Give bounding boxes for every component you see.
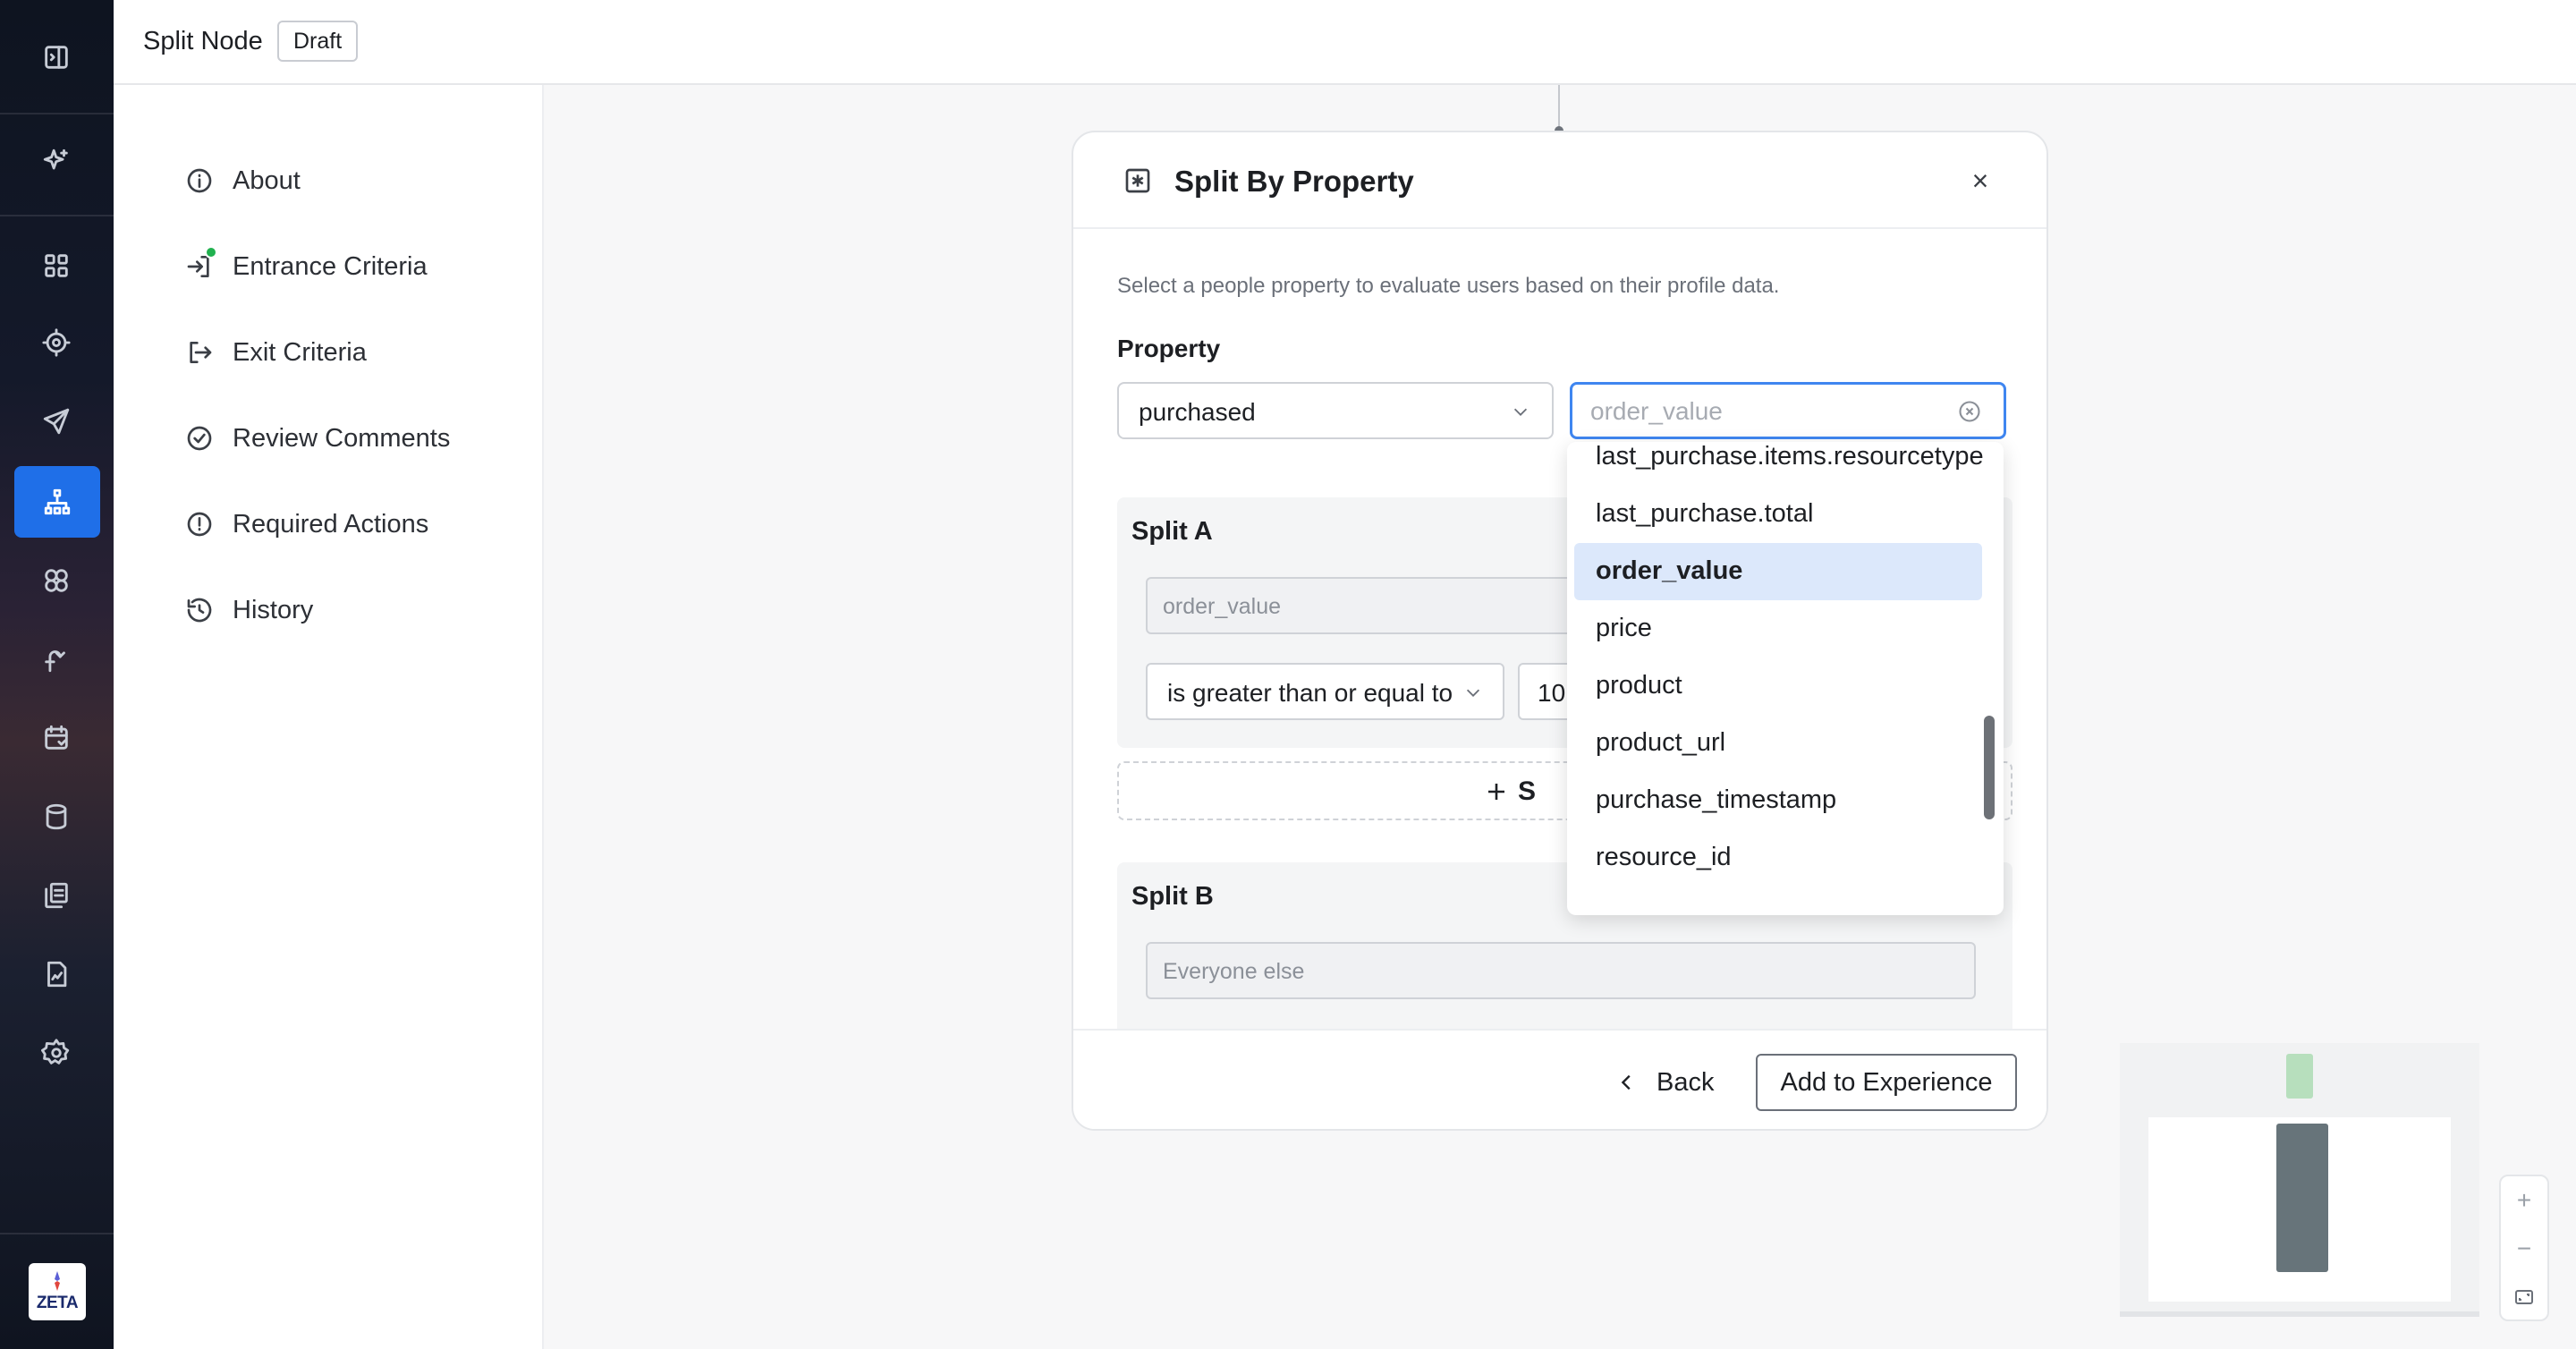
dropdown-option[interactable]: product_url: [1574, 715, 1982, 772]
split-b-title: Split B: [1131, 882, 1214, 911]
chevron-down-icon: [1513, 408, 1528, 416]
info-icon: [187, 168, 212, 193]
option-label: last_purchase.total: [1596, 499, 1814, 528]
dropdown-option[interactable]: purchase_timestamp: [1574, 772, 1982, 829]
status-badge: Draft: [277, 21, 359, 62]
alert-icon: [187, 512, 212, 537]
settings-icon[interactable]: [27, 1023, 86, 1082]
check-circle-icon: [187, 426, 212, 451]
dropdown-option[interactable]: price: [1574, 600, 1982, 658]
split-a-operator-select[interactable]: is greater than or equal to: [1146, 663, 1504, 720]
report-icon[interactable]: [27, 945, 86, 1004]
history-icon: [187, 598, 212, 623]
property-search-input-wrapper: [1570, 382, 2006, 439]
property-label: Property: [1117, 335, 1221, 362]
option-label: resource_id: [1596, 843, 1732, 871]
sidebar-item-label: Entrance Criteria: [233, 251, 428, 281]
calendar-icon[interactable]: [27, 708, 86, 768]
minimap-start-node: [2286, 1054, 2313, 1099]
zeta-logo[interactable]: ZETA: [29, 1263, 86, 1320]
hierarchy-icon[interactable]: [14, 466, 100, 538]
add-split-label: S: [1518, 776, 1537, 806]
zoom-controls: + −: [2499, 1175, 2549, 1321]
collapse-sidebar-icon[interactable]: [27, 28, 86, 87]
dialog-description: Select a people property to evaluate use…: [1117, 274, 1780, 298]
dropdown-option[interactable]: last_purchase.items.resourcetype: [1574, 442, 1984, 486]
property-type-select[interactable]: purchased: [1117, 382, 1554, 439]
target-icon[interactable]: [27, 313, 86, 372]
option-label: purchase_timestamp: [1596, 785, 1837, 814]
option-label: last_purchase.items.resourcetype: [1596, 442, 1984, 471]
sidebar-item-label: Required Actions: [233, 509, 429, 539]
dialog-footer: Back Add to Experience: [1073, 1029, 2046, 1129]
sidebar-item-label: History: [233, 595, 314, 624]
fit-view-button[interactable]: [2501, 1273, 2547, 1321]
dropdown-option[interactable]: resource_id: [1574, 829, 1982, 887]
exit-icon: [190, 342, 212, 363]
sidebar-item-label: Review Comments: [233, 423, 451, 453]
add-to-experience-button[interactable]: Add to Experience: [1756, 1054, 2017, 1111]
clear-icon[interactable]: [1957, 399, 1982, 424]
dialog-header: Split By Property ×: [1073, 132, 2046, 229]
back-button[interactable]: Back: [1617, 1054, 1714, 1111]
segments-icon[interactable]: [27, 551, 86, 610]
canvas-minimap[interactable]: [2120, 1043, 2479, 1317]
sidebar-item-history[interactable]: History: [185, 588, 313, 632]
option-label: product: [1596, 671, 1682, 700]
split-b-value: Everyone else: [1163, 959, 1305, 984]
database-icon[interactable]: [27, 787, 86, 846]
app-rail: ZETA: [0, 0, 114, 1349]
zoom-in-button[interactable]: +: [2501, 1176, 2547, 1225]
property-type-value: purchased: [1139, 398, 1256, 426]
sidebar-item-exit-criteria[interactable]: Exit Criteria: [185, 330, 367, 375]
option-label: product_url: [1596, 728, 1726, 757]
dropdown-scrollbar[interactable]: [1984, 716, 1995, 819]
sidebar-item-review-comments[interactable]: Review Comments: [185, 416, 450, 461]
send-icon[interactable]: [27, 392, 86, 451]
library-icon[interactable]: [27, 866, 86, 925]
property-search-input[interactable]: [1590, 396, 1948, 427]
sidebar-item-entrance-criteria[interactable]: Entrance Criteria: [185, 244, 428, 289]
chevron-left-icon: [1621, 1074, 1631, 1090]
zeta-logo-mark-icon: [55, 1271, 60, 1291]
back-button-label: Back: [1657, 1067, 1715, 1097]
property-options-dropdown[interactable]: last_purchase.items.resourcetype last_pu…: [1567, 442, 2004, 915]
sidebar-item-about[interactable]: About: [185, 158, 301, 203]
option-label: price: [1596, 614, 1652, 642]
split-b-everyone-else-field: Everyone else: [1146, 942, 1976, 999]
flow-connector: [1558, 85, 1560, 128]
journey-icon[interactable]: [27, 630, 86, 689]
property-icon: [1125, 168, 1150, 193]
node-sidebar: About Entrance Criteria Exit Criteria Re…: [114, 85, 544, 1349]
top-header: Split Node Draft: [114, 0, 2576, 85]
split-a-value: 10: [1538, 679, 1566, 707]
sidebar-item-label: Exit Criteria: [233, 337, 367, 367]
chevron-down-icon: [1466, 689, 1480, 697]
fit-view-icon: [2515, 1290, 2533, 1304]
sidebar-item-required-actions[interactable]: Required Actions: [185, 502, 428, 547]
dashboard-icon[interactable]: [27, 236, 86, 295]
zeta-logo-text: ZETA: [36, 1294, 79, 1312]
split-a-operator-value: is greater than or equal to: [1167, 679, 1453, 707]
sparkle-icon[interactable]: [27, 132, 86, 191]
minimap-split-node: [2276, 1124, 2328, 1272]
status-dot: [205, 246, 217, 259]
zoom-out-button[interactable]: −: [2501, 1225, 2547, 1273]
split-a-title: Split A: [1131, 517, 1213, 546]
split-a-property-value: order_value: [1163, 594, 1282, 619]
dropdown-option[interactable]: product: [1574, 658, 1982, 715]
plus-icon: [1488, 784, 1504, 800]
page-title: Split Node: [143, 27, 263, 55]
option-label: order_value: [1596, 556, 1743, 585]
dropdown-option-selected[interactable]: order_value: [1574, 543, 1982, 600]
sidebar-item-label: About: [233, 165, 301, 195]
dropdown-option[interactable]: last_purchase.total: [1574, 486, 1982, 543]
dialog-title: Split By Property: [1174, 165, 1414, 198]
close-icon[interactable]: ×: [1966, 165, 1995, 197]
